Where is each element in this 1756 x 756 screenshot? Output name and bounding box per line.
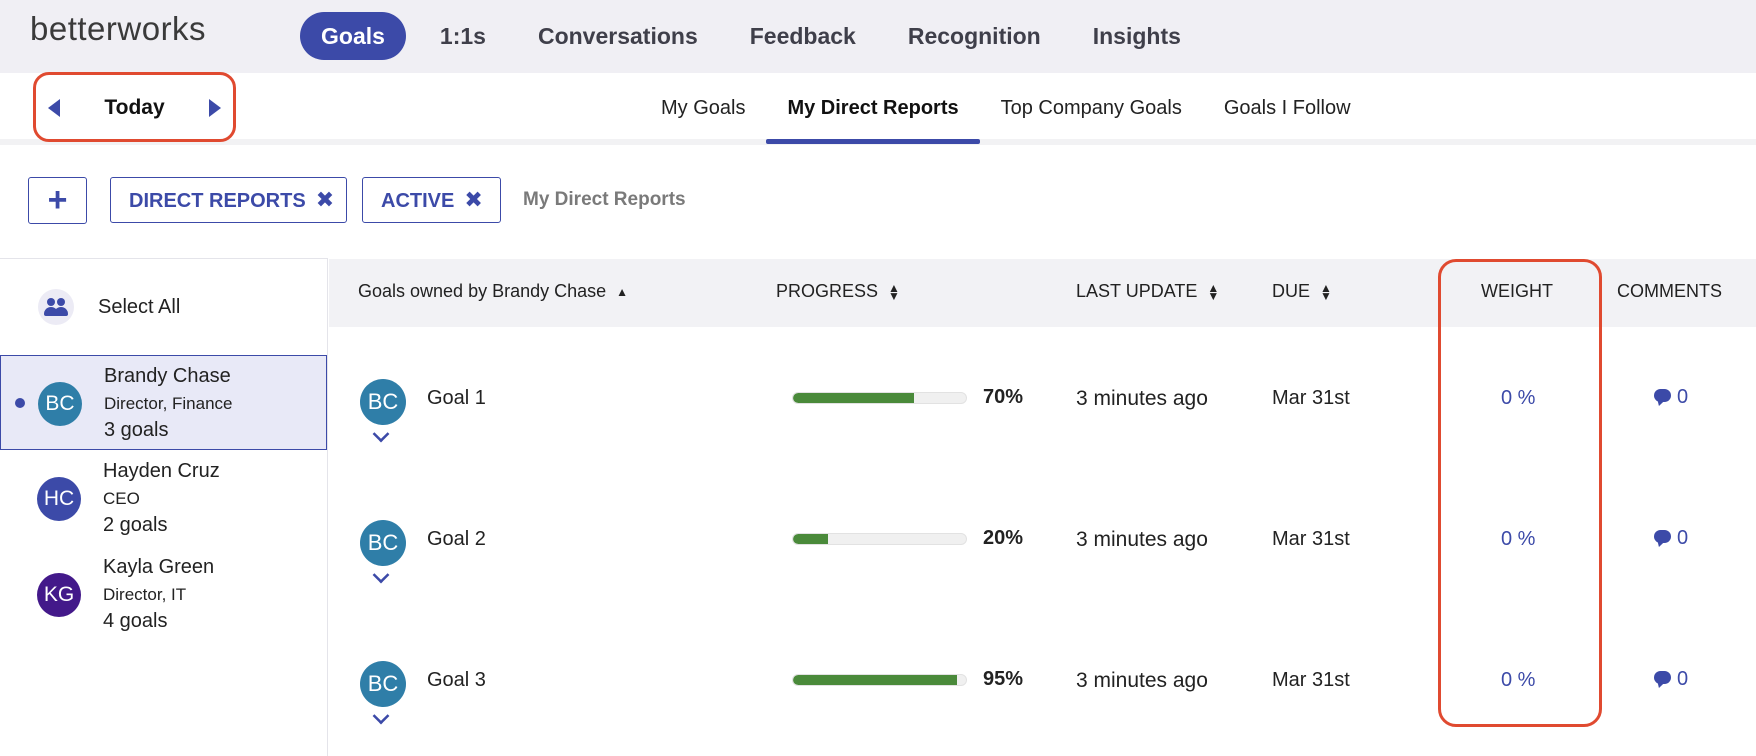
person-name: Kayla Green bbox=[103, 556, 215, 578]
column-progress[interactable]: PROGRESS ▲ ▼ bbox=[776, 281, 900, 302]
tab-my-direct-reports[interactable]: My Direct Reports bbox=[766, 73, 980, 144]
person-hayden-cruz[interactable]: HC Hayden Cruz CEO 2 goals bbox=[0, 451, 327, 546]
person-brandy-chase[interactable]: BC Brandy Chase Director, Finance 3 goal… bbox=[0, 355, 327, 450]
progress-fill bbox=[793, 675, 958, 685]
sort-icon: ▲ ▼ bbox=[1320, 281, 1332, 304]
filter-chip-direct-reports[interactable]: DIRECT REPORTS ✖ bbox=[110, 177, 347, 223]
progress-percent: 20% bbox=[983, 527, 1024, 549]
person-title: Director, Finance bbox=[104, 394, 233, 413]
progress-bar bbox=[792, 674, 967, 686]
comment-icon bbox=[1654, 671, 1671, 684]
last-update: 3 minutes ago bbox=[1076, 387, 1208, 410]
person-title: CEO bbox=[103, 489, 140, 508]
avatar: BC bbox=[360, 520, 406, 566]
due-date: Mar 31st bbox=[1272, 669, 1350, 691]
last-update: 3 minutes ago bbox=[1076, 669, 1208, 692]
nav-conversations[interactable]: Conversations bbox=[512, 12, 724, 60]
chevron-down-icon[interactable] bbox=[372, 566, 390, 584]
person-goal-count: 4 goals bbox=[103, 610, 168, 632]
selected-dot-icon bbox=[15, 398, 25, 408]
goal-name[interactable]: Goal 2 bbox=[427, 528, 486, 551]
person-title: Director, IT bbox=[103, 585, 187, 604]
avatar: BC bbox=[360, 379, 406, 425]
due-date: Mar 31st bbox=[1272, 528, 1350, 550]
comment-count: 0 bbox=[1677, 668, 1689, 690]
people-panel: Select All BC Brandy Chase Director, Fin… bbox=[0, 258, 328, 756]
tab-top-company-goals[interactable]: Top Company Goals bbox=[980, 73, 1203, 143]
date-label[interactable]: Today bbox=[36, 96, 233, 120]
avatar: BC bbox=[38, 382, 82, 426]
progress-percent: 95% bbox=[983, 668, 1024, 690]
team-icon bbox=[38, 289, 74, 325]
remove-filter-icon[interactable]: ✖ bbox=[316, 187, 334, 212]
column-due-label: DUE bbox=[1272, 281, 1311, 301]
last-update: 3 minutes ago bbox=[1076, 528, 1208, 551]
progress-fill bbox=[793, 393, 915, 403]
comments-link[interactable]: 0 bbox=[1654, 386, 1688, 409]
person-goal-count: 3 goals bbox=[104, 419, 169, 441]
avatar: HC bbox=[37, 477, 81, 521]
nav-1on1s[interactable]: 1:1s bbox=[414, 12, 512, 60]
column-due[interactable]: DUE ▲ ▼ bbox=[1272, 281, 1332, 302]
add-goal-button[interactable]: + bbox=[28, 177, 87, 224]
comments-link[interactable]: 0 bbox=[1654, 668, 1688, 691]
goal-name[interactable]: Goal 3 bbox=[427, 669, 486, 692]
sort-asc-icon: ▲ bbox=[616, 285, 629, 300]
next-arrow-icon[interactable] bbox=[209, 99, 221, 117]
nav-insights[interactable]: Insights bbox=[1067, 12, 1207, 60]
progress-bar bbox=[792, 533, 967, 545]
filter-chip-label: ACTIVE bbox=[381, 190, 455, 212]
comment-icon bbox=[1654, 530, 1671, 543]
progress-percent: 70% bbox=[983, 386, 1024, 408]
column-progress-label: PROGRESS bbox=[776, 281, 879, 301]
filter-chip-active[interactable]: ACTIVE ✖ bbox=[362, 177, 501, 223]
column-last-update-label: LAST UPDATE bbox=[1076, 281, 1198, 301]
goal-name[interactable]: Goal 1 bbox=[427, 387, 486, 410]
nav-goals[interactable]: Goals bbox=[300, 12, 406, 60]
nav-recognition[interactable]: Recognition bbox=[882, 12, 1067, 60]
avatar: BC bbox=[360, 661, 406, 707]
person-name: Brandy Chase bbox=[104, 365, 231, 387]
person-kayla-green[interactable]: KG Kayla Green Director, IT 4 goals bbox=[0, 547, 327, 642]
sort-icon: ▲ ▼ bbox=[1207, 281, 1220, 304]
comment-icon bbox=[1654, 389, 1671, 402]
remove-filter-icon[interactable]: ✖ bbox=[464, 187, 482, 212]
date-navigator: Today bbox=[33, 72, 236, 142]
tab-goals-i-follow[interactable]: Goals I Follow bbox=[1203, 73, 1372, 143]
progress-fill bbox=[793, 534, 828, 544]
app-logo[interactable]: betterworks bbox=[30, 10, 206, 48]
due-date: Mar 31st bbox=[1272, 387, 1350, 409]
filter-chip-label: DIRECT REPORTS bbox=[129, 190, 306, 212]
column-goals[interactable]: Goals owned by Brandy Chase ▲ bbox=[358, 281, 628, 302]
goals-sub-nav: My Goals My Direct Reports Top Company G… bbox=[640, 73, 1372, 144]
chevron-down-icon[interactable] bbox=[372, 707, 390, 725]
filter-context-label: My Direct Reports bbox=[523, 189, 686, 210]
progress-bar bbox=[792, 392, 967, 404]
person-name: Hayden Cruz bbox=[103, 460, 220, 482]
nav-feedback[interactable]: Feedback bbox=[724, 12, 882, 60]
select-all-label: Select All bbox=[98, 296, 181, 318]
sort-icon: ▲ ▼ bbox=[888, 281, 900, 304]
person-goal-count: 2 goals bbox=[103, 514, 168, 536]
primary-nav: Goals 1:1s Conversations Feedback Recogn… bbox=[300, 12, 1207, 60]
avatar: KG bbox=[37, 573, 81, 617]
chevron-down-icon[interactable] bbox=[372, 425, 390, 443]
comment-count: 0 bbox=[1677, 527, 1689, 549]
comment-count: 0 bbox=[1677, 386, 1689, 408]
select-all-row[interactable]: Select All bbox=[0, 259, 327, 355]
column-comments: COMMENTS bbox=[1617, 281, 1722, 301]
weight-column-highlight bbox=[1438, 259, 1602, 727]
column-goals-label: Goals owned by Brandy Chase bbox=[358, 281, 607, 301]
top-nav-bar: betterworks Goals 1:1s Conversations Fee… bbox=[0, 0, 1756, 73]
column-last-update[interactable]: LAST UPDATE ▲ ▼ bbox=[1076, 281, 1219, 302]
tab-my-goals[interactable]: My Goals bbox=[640, 73, 766, 143]
comments-link[interactable]: 0 bbox=[1654, 527, 1688, 550]
